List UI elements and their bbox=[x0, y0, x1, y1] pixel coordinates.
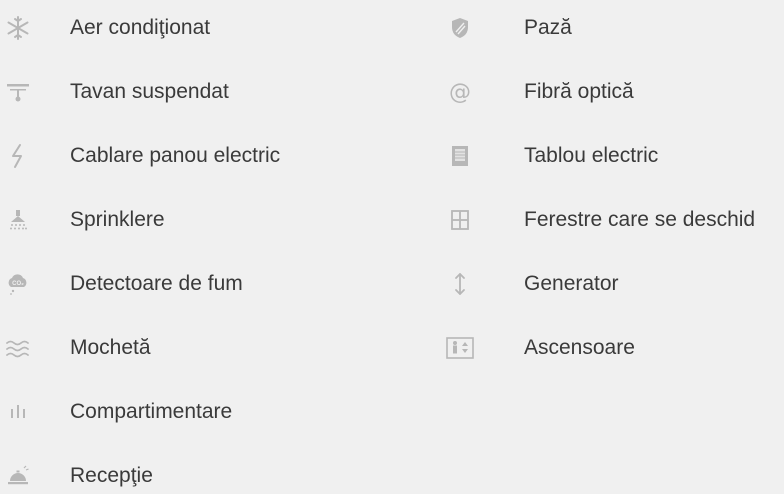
snowflake-icon bbox=[0, 8, 36, 48]
amenity-label: Recepţie bbox=[70, 464, 153, 487]
amenity-label: Ferestre care se deschid bbox=[524, 208, 756, 231]
shield-icon bbox=[442, 8, 478, 48]
amenity-item-elevators: Ascensoare bbox=[440, 320, 784, 384]
amenity-label: Ascensoare bbox=[524, 336, 635, 359]
amenity-label: Tablou electric bbox=[524, 144, 659, 167]
amenities-right-column: Pază @ Fibră optică Tablou electric Fere… bbox=[440, 0, 784, 384]
elevator-icon bbox=[442, 328, 478, 368]
amenity-item-security: Pază bbox=[440, 0, 784, 64]
sprinkler-icon bbox=[0, 200, 36, 240]
amenity-item-carpet: Mochetă bbox=[0, 320, 440, 384]
amenity-label: Fibră optică bbox=[524, 80, 634, 103]
amenity-label: Pază bbox=[524, 16, 572, 39]
amenity-label: Mochetă bbox=[70, 336, 151, 359]
amenity-item-opening-windows: Ferestre care se deschid bbox=[440, 192, 784, 256]
amenity-label: Detectoare de fum bbox=[70, 272, 243, 295]
amenities-left-column: Aer condiţionat Tavan suspendat Cablare … bbox=[0, 0, 440, 494]
amenity-label: Sprinklere bbox=[70, 208, 165, 231]
window-icon bbox=[442, 200, 478, 240]
amenity-label: Compartimentare bbox=[70, 400, 233, 423]
amenity-label: Cablare panou electric bbox=[70, 144, 281, 167]
at-sign-icon: @ bbox=[442, 72, 478, 112]
amenity-label: Aer condiţionat bbox=[70, 16, 211, 39]
amenity-label: Generator bbox=[524, 272, 619, 295]
amenity-label: Tavan suspendat bbox=[70, 80, 229, 103]
partition-icon bbox=[0, 392, 36, 432]
amenity-item-suspended-ceiling: Tavan suspendat bbox=[0, 64, 440, 128]
ceiling-icon bbox=[0, 72, 36, 112]
amenity-item-electric-panel-wiring: Cablare panou electric bbox=[0, 128, 440, 192]
svg-text:@: @ bbox=[449, 80, 471, 105]
amenity-item-electric-panel: Tablou electric bbox=[440, 128, 784, 192]
smoke-detector-icon: CO₂ bbox=[0, 264, 36, 304]
electric-panel-icon bbox=[442, 136, 478, 176]
carpet-icon bbox=[0, 328, 36, 368]
amenity-item-smoke-detectors: CO₂ Detectoare de fum bbox=[0, 256, 440, 320]
reception-bell-icon bbox=[0, 456, 36, 494]
lightning-icon bbox=[0, 136, 36, 176]
amenity-item-sprinklers: Sprinklere bbox=[0, 192, 440, 256]
vertical-arrows-icon bbox=[442, 264, 478, 304]
amenity-item-partitioning: Compartimentare bbox=[0, 384, 440, 448]
amenity-item-air-conditioning: Aer condiţionat bbox=[0, 0, 440, 64]
amenity-item-reception: Recepţie bbox=[0, 448, 440, 494]
amenity-item-fiber-optic: @ Fibră optică bbox=[440, 64, 784, 128]
svg-text:CO₂: CO₂ bbox=[12, 281, 24, 287]
amenity-item-generator: Generator bbox=[440, 256, 784, 320]
